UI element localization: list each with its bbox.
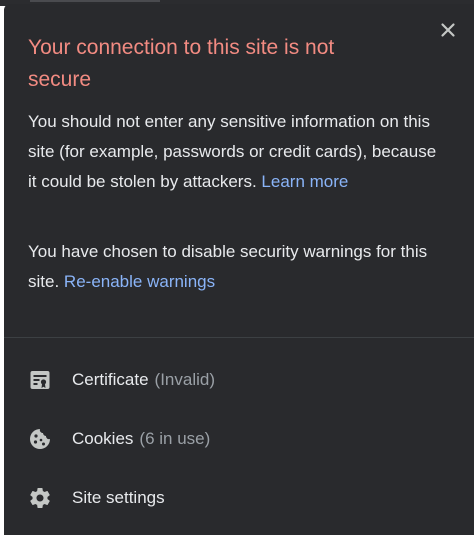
certificate-icon <box>28 368 52 392</box>
learn-more-link[interactable]: Learn more <box>261 172 348 191</box>
certificate-status: (Invalid) <box>154 370 215 389</box>
disabled-warnings-message: You have chosen to disable security warn… <box>28 237 448 297</box>
site-settings-text: Site settings <box>72 486 165 510</box>
cookies-status: (6 in use) <box>139 429 211 448</box>
site-settings-label: Site settings <box>72 488 165 507</box>
gear-icon <box>28 486 52 510</box>
cookies-label: Cookies <box>72 429 134 448</box>
tab-edge <box>30 0 160 2</box>
reenable-warnings-link[interactable]: Re-enable warnings <box>64 272 215 291</box>
warning-message: You should not enter any sensitive infor… <box>28 107 448 197</box>
divider <box>4 337 474 338</box>
cookie-icon <box>28 427 52 451</box>
connection-security-popup: Your connection to this site is not secu… <box>4 4 474 535</box>
site-settings-row[interactable]: Site settings <box>4 470 474 526</box>
close-icon <box>441 23 455 37</box>
cookies-text: Cookies (6 in use) <box>72 427 210 451</box>
certificate-text: Certificate (Invalid) <box>72 368 215 392</box>
close-button[interactable] <box>436 18 460 42</box>
certificate-row[interactable]: Certificate (Invalid) <box>4 352 474 408</box>
certificate-label: Certificate <box>72 370 149 389</box>
warning-text: You should not enter any sensitive infor… <box>28 112 437 191</box>
security-title: Your connection to this site is not secu… <box>28 36 335 91</box>
cookies-row[interactable]: Cookies (6 in use) <box>4 411 474 467</box>
